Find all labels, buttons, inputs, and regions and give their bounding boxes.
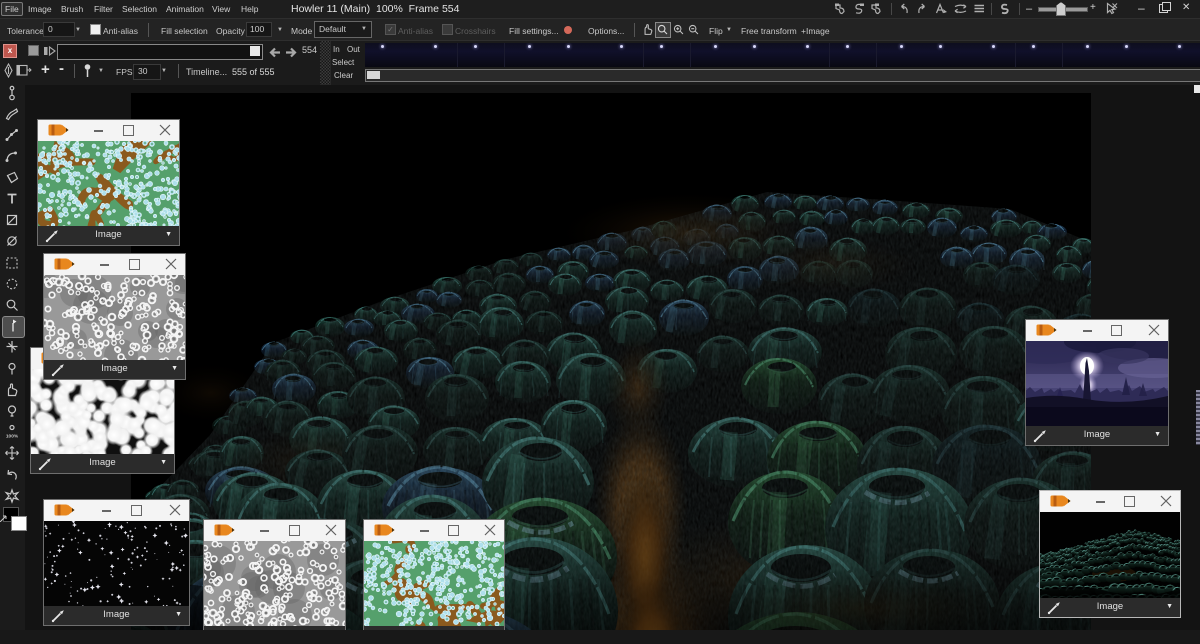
svg-text:100%: 100% (6, 434, 19, 440)
